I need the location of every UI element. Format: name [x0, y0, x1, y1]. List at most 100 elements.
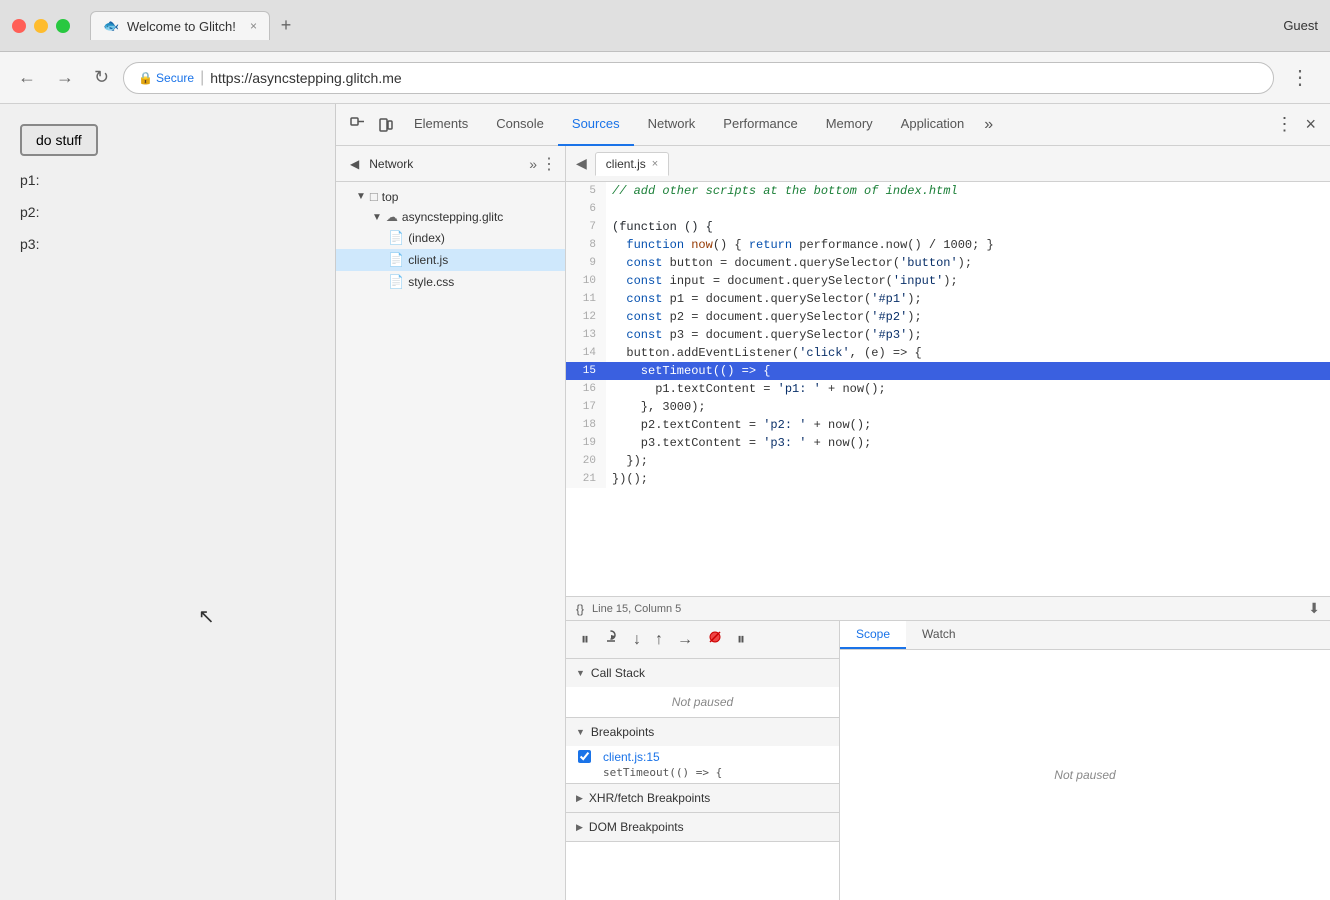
pause-resume-button[interactable]: ⏸	[576, 629, 594, 651]
breakpoints-header[interactable]: ▼ Breakpoints	[566, 718, 839, 746]
code-line-15: 15 setTimeout(() => {	[566, 362, 1330, 380]
goto-button[interactable]: ⬇	[1308, 600, 1320, 617]
dom-label: DOM Breakpoints	[589, 820, 684, 834]
tree-item-stylecss[interactable]: 📄 style.css	[336, 271, 565, 293]
format-button[interactable]: {}	[576, 602, 584, 616]
tab-network[interactable]: Network	[634, 104, 710, 146]
code-line-17: 17 }, 3000);	[566, 398, 1330, 416]
code-line-10: 10 const input = document.querySelector(…	[566, 272, 1330, 290]
dom-arrow: ▶	[576, 822, 583, 833]
tab-sources[interactable]: Sources	[558, 104, 634, 146]
tab-title: Welcome to Glitch!	[127, 19, 236, 34]
device-toolbar-button[interactable]	[372, 112, 400, 137]
do-stuff-button[interactable]: do stuff	[20, 124, 98, 156]
cursor-position: Line 15, Column 5	[592, 603, 681, 615]
url-text: https://asyncstepping.glitch.me	[210, 70, 401, 86]
tree-item-clientjs[interactable]: 📄 client.js	[336, 249, 565, 271]
browser-menu-button[interactable]: ⋮	[1282, 61, 1318, 94]
debugger-controls: ⏸ ↓ ↑ → ⏸	[566, 621, 839, 659]
breakpoint-item-0: client.js:15 setTimeout(() => {	[566, 746, 839, 783]
guest-label: Guest	[1283, 18, 1318, 33]
breakpoint-code: setTimeout(() => {	[603, 766, 722, 779]
devtools-menu-button[interactable]: ⋮	[1269, 110, 1299, 139]
code-line-21: 21 })();	[566, 470, 1330, 488]
tab-elements[interactable]: Elements	[400, 104, 482, 146]
devtools-panel: Elements Console Sources Network Perform…	[335, 104, 1330, 900]
step-button[interactable]: →	[672, 629, 698, 651]
code-line-18: 18 p2.textContent = 'p2: ' + now();	[566, 416, 1330, 434]
code-panel: ◀ client.js × 5 // add other scripts at …	[566, 146, 1330, 900]
call-stack-header[interactable]: ▼ Call Stack	[566, 659, 839, 687]
deactivate-breakpoints-button[interactable]	[702, 627, 728, 652]
tree-item-asyncstepping[interactable]: ▼ ☁ asyncstepping.glitc	[336, 207, 565, 227]
devtools-toolbar: Elements Console Sources Network Perform…	[336, 104, 1330, 146]
reload-button[interactable]: ↻	[88, 63, 115, 92]
bottom-panel: ⏸ ↓ ↑ → ⏸	[566, 620, 1330, 900]
file-tree: ▼ □ top ▼ ☁ asyncstepping.glitc 📄 (index…	[336, 182, 565, 297]
inspect-element-button[interactable]	[344, 112, 372, 137]
more-tabs-button[interactable]: »	[978, 104, 999, 146]
scope-not-paused: Not paused	[1054, 768, 1115, 782]
cloud-icon: ☁	[386, 210, 398, 224]
code-file-name: client.js	[606, 157, 646, 171]
code-line-12: 12 const p2 = document.querySelector('#p…	[566, 308, 1330, 326]
tree-label-top: top	[382, 190, 399, 204]
code-line-9: 9 const button = document.querySelector(…	[566, 254, 1330, 272]
main-layout: do stuff p1: p2: p3: ↖ Elements C	[0, 104, 1330, 900]
step-into-button[interactable]: ↓	[628, 629, 646, 651]
tab-close-button[interactable]: ×	[250, 19, 257, 33]
browser-tab[interactable]: 🐟 Welcome to Glitch! ×	[90, 11, 270, 40]
code-content: 5 // add other scripts at the bottom of …	[566, 182, 1330, 596]
tree-arrow-top: ▼	[356, 191, 366, 202]
code-line-13: 13 const p3 = document.querySelector('#p…	[566, 326, 1330, 344]
back-button[interactable]: ←	[12, 63, 42, 92]
xhr-header[interactable]: ▶ XHR/fetch Breakpoints	[566, 784, 839, 812]
xhr-arrow: ▶	[576, 793, 583, 804]
devtools-body: ◀ Network » ⋮ ▼ □ top ▼ ☁	[336, 146, 1330, 900]
pause-on-exceptions-button[interactable]: ⏸	[732, 629, 750, 651]
close-traffic-light[interactable]	[12, 19, 26, 33]
code-status-bar: {} Line 15, Column 5 ⬇	[566, 596, 1330, 620]
forward-button[interactable]: →	[50, 63, 80, 92]
p1-label: p1:	[20, 172, 315, 188]
dom-section: ▶ DOM Breakpoints	[566, 813, 839, 842]
code-tab-close[interactable]: ×	[652, 158, 658, 170]
secure-badge: 🔒 Secure	[138, 71, 194, 85]
tree-label-index: (index)	[408, 231, 445, 245]
tree-label-stylecss: style.css	[408, 275, 454, 289]
tab-favicon: 🐟	[103, 18, 119, 34]
tab-performance[interactable]: Performance	[709, 104, 811, 146]
new-tab-button[interactable]: +	[270, 10, 302, 42]
tree-item-index[interactable]: 📄 (index)	[336, 227, 565, 249]
p3-label: p3:	[20, 236, 315, 252]
tree-item-top[interactable]: ▼ □ top	[336, 186, 565, 207]
code-back-button[interactable]: ◀	[570, 153, 593, 174]
tab-console[interactable]: Console	[482, 104, 558, 146]
code-file-tab-clientjs[interactable]: client.js ×	[595, 152, 669, 176]
code-tabs: ◀ client.js ×	[566, 146, 1330, 182]
call-stack-section: ▼ Call Stack Not paused	[566, 659, 839, 718]
breakpoint-checkbox-0[interactable]	[578, 750, 591, 763]
goto-line-button[interactable]: ⬇	[1308, 600, 1320, 617]
scope-tab-scope[interactable]: Scope	[840, 621, 906, 649]
url-bar[interactable]: 🔒 Secure | https://asyncstepping.glitch.…	[123, 62, 1274, 94]
title-bar: 🐟 Welcome to Glitch! × + Guest	[0, 0, 1330, 52]
code-line-6: 6	[566, 200, 1330, 218]
dom-header[interactable]: ▶ DOM Breakpoints	[566, 813, 839, 841]
scope-panel: Scope Watch Not paused	[840, 621, 1330, 900]
maximize-traffic-light[interactable]	[56, 19, 70, 33]
mouse-cursor: ↖	[198, 604, 215, 629]
xhr-section: ▶ XHR/fetch Breakpoints	[566, 784, 839, 813]
minimize-traffic-light[interactable]	[34, 19, 48, 33]
scope-tab-watch[interactable]: Watch	[906, 621, 972, 649]
step-over-button[interactable]	[598, 627, 624, 652]
xhr-label: XHR/fetch Breakpoints	[589, 791, 710, 805]
tab-application[interactable]: Application	[887, 104, 979, 146]
file-panel-back-button[interactable]: ◀	[344, 153, 365, 175]
devtools-close-button[interactable]: ×	[1299, 110, 1322, 139]
step-out-button[interactable]: ↑	[650, 629, 668, 651]
file-panel-menu-button[interactable]: ⋮	[541, 154, 557, 174]
file-panel-header: ◀ Network » ⋮	[336, 146, 565, 182]
tab-memory[interactable]: Memory	[812, 104, 887, 146]
file-panel-more-button[interactable]: »	[529, 156, 537, 172]
